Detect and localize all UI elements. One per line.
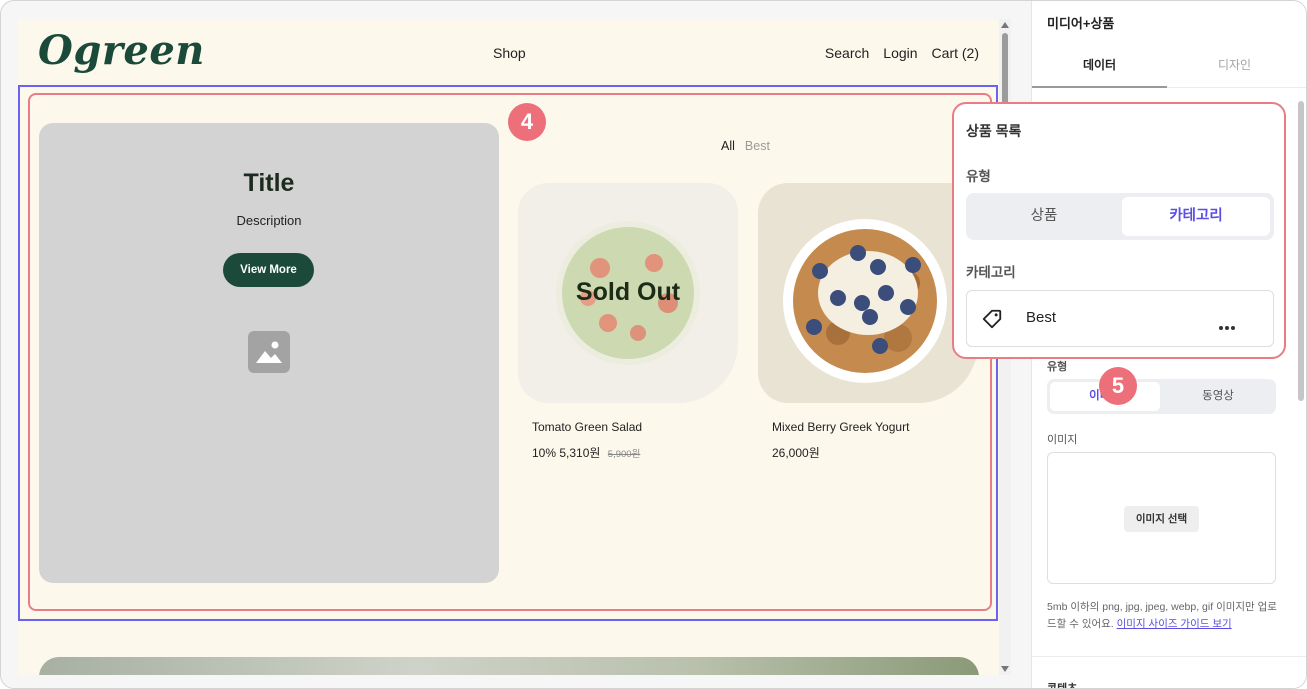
panel-divider <box>1032 656 1306 657</box>
list-type-toggle: 상품 카테고리 <box>966 193 1274 240</box>
hero-media-card[interactable]: Title Description View More <box>39 123 499 583</box>
tab-design[interactable]: 디자인 <box>1167 46 1302 88</box>
tab-data[interactable]: 데이터 <box>1032 46 1167 88</box>
store-logo[interactable]: Ogreen <box>38 27 205 74</box>
panel-scroll-thumb[interactable] <box>1298 101 1304 401</box>
image-placeholder-icon <box>248 331 290 373</box>
image-upload-box[interactable]: 이미지 선택 <box>1047 452 1276 584</box>
product-name[interactable]: Tomato Green Salad <box>532 420 642 434</box>
tag-icon <box>982 309 1002 329</box>
media-type-label: 유형 <box>1047 361 1068 373</box>
product-filter-tabs: All Best <box>721 139 770 153</box>
category-name: Best <box>1026 309 1057 326</box>
page-preview: Ogreen Shop Search Login Cart (2) Title … <box>18 19 1011 675</box>
panel-title: 미디어+상품 <box>1047 16 1115 31</box>
product-card[interactable]: Mixed Berry Greek Yogurt 26,000원 <box>758 183 978 460</box>
hero-description: Description <box>236 213 302 228</box>
product-list-title: 상품 목록 <box>966 123 1022 139</box>
media-type-video-option[interactable]: 동영상 <box>1163 382 1273 411</box>
step-badge-5: 5 <box>1099 367 1137 405</box>
hero-title: Title <box>243 169 295 197</box>
original-price: 5,900원 <box>607 449 641 460</box>
list-type-category-option[interactable]: 카테고리 <box>1122 197 1270 236</box>
scroll-up-arrow[interactable] <box>1001 22 1009 28</box>
filter-best-tab[interactable]: Best <box>745 139 770 153</box>
nav-login-link[interactable]: Login <box>883 45 917 61</box>
category-select-row[interactable]: Best <box>966 290 1274 347</box>
list-type-label: 유형 <box>966 169 991 184</box>
product-image: Sold Out <box>518 183 738 403</box>
image-label: 이미지 <box>1047 434 1078 446</box>
nav-right: Search Login Cart (2) <box>825 45 979 61</box>
content-label: 콘텐츠 <box>1047 683 1078 689</box>
list-type-product-option[interactable]: 상품 <box>970 197 1118 236</box>
step-badge-4: 4 <box>508 103 546 141</box>
product-price: 26,000원 <box>772 444 820 461</box>
sale-price: 26,000원 <box>772 446 820 460</box>
nav-shop-link[interactable]: Shop <box>493 45 526 61</box>
filter-all-tab[interactable]: All <box>721 139 735 153</box>
nav-search-link[interactable]: Search <box>825 45 869 61</box>
product-card[interactable]: Sold Out Tomato Green Salad 10% 5,310원 5… <box>518 183 738 460</box>
media-type-toggle: 이미지 동영상 <box>1047 379 1276 414</box>
nav-cart-link[interactable]: Cart (2) <box>932 45 979 61</box>
more-horizontal-icon[interactable] <box>1219 317 1237 335</box>
sale-price: 5,310원 <box>559 446 601 460</box>
product-list-settings: 상품 목록 유형 상품 카테고리 카테고리 Best <box>952 102 1286 359</box>
scroll-down-arrow[interactable] <box>1001 666 1009 672</box>
product-image <box>758 183 978 403</box>
discount-rate: 10% <box>532 446 557 460</box>
upload-help-text: 5mb 이하의 png, jpg, jpeg, webp, gif 이미지만 업… <box>1047 599 1282 633</box>
product-price: 10% 5,310원 5,900원 <box>532 444 640 461</box>
select-image-button[interactable]: 이미지 선택 <box>1124 506 1199 532</box>
sold-out-label: Sold Out <box>575 278 681 306</box>
image-size-guide-link[interactable]: 이미지 사이즈 가이드 보기 <box>1117 618 1232 630</box>
app-window: Ogreen Shop Search Login Cart (2) Title … <box>0 0 1307 689</box>
yogurt-bowl-image <box>783 219 947 383</box>
category-label: 카테고리 <box>966 265 1016 280</box>
product-name[interactable]: Mixed Berry Greek Yogurt <box>772 420 909 434</box>
next-section-image[interactable] <box>39 657 979 675</box>
view-more-button[interactable]: View More <box>223 253 314 287</box>
panel-tabs: 데이터 디자인 <box>1032 46 1306 88</box>
